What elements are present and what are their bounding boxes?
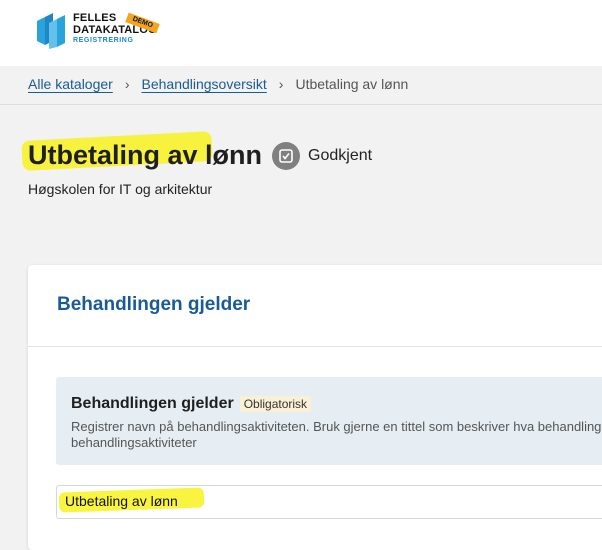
field-label-row: Behandlingen gjelder Obligatorisk xyxy=(71,395,312,413)
processing-card: Behandlingen gjelder Behandlingen gjelde… xyxy=(28,265,602,550)
required-tag: Obligatorisk xyxy=(239,396,312,412)
field-help-line-1: Registrer navn på behandlingsaktiviteten… xyxy=(71,419,602,434)
organization-name: Høgskolen for IT og arkitektur xyxy=(28,181,213,197)
breadcrumb-current: Utbetaling av lønn xyxy=(295,76,409,92)
breadcrumb: Alle kataloger › Behandlingsoversikt › U… xyxy=(28,76,408,92)
field-label: Behandlingen gjelder xyxy=(71,395,234,412)
breadcrumb-separator-icon: › xyxy=(124,76,130,92)
breadcrumb-link-all-catalogs[interactable]: Alle kataloger xyxy=(28,76,113,92)
felles-datakatalog-logo[interactable]: FELLES DATAKATALOG REGISTRERING DEMO xyxy=(35,11,165,51)
card-divider xyxy=(28,346,602,347)
page-title: Utbetaling av lønn xyxy=(28,140,263,170)
page-header: Utbetaling av lønn Godkjent xyxy=(28,140,372,171)
field-info-box: Behandlingen gjelder Obligatorisk Regist… xyxy=(56,377,602,465)
field-help-line-2: behandlingsaktiviteter xyxy=(71,435,197,450)
status-label: Godkjent xyxy=(308,146,373,164)
breadcrumb-separator-icon: › xyxy=(278,76,284,92)
breadcrumb-bar: Alle kataloger › Behandlingsoversikt › U… xyxy=(0,66,602,105)
name-input[interactable]: Utbetaling av lønn xyxy=(56,485,602,519)
logo-line-3: REGISTRERING xyxy=(73,37,134,44)
checkbox-check-icon xyxy=(272,141,301,170)
status-badge: Godkjent xyxy=(272,141,373,170)
name-input-value: Utbetaling av lønn xyxy=(65,493,178,509)
field-help-text: Registrer navn på behandlingsaktiviteten… xyxy=(71,419,602,451)
breadcrumb-link-overview[interactable]: Behandlingsoversikt xyxy=(142,76,267,92)
logo-mark-icon xyxy=(37,13,65,49)
card-title: Behandlingen gjelder xyxy=(57,294,251,315)
top-bar: FELLES DATAKATALOG REGISTRERING DEMO xyxy=(0,0,602,66)
